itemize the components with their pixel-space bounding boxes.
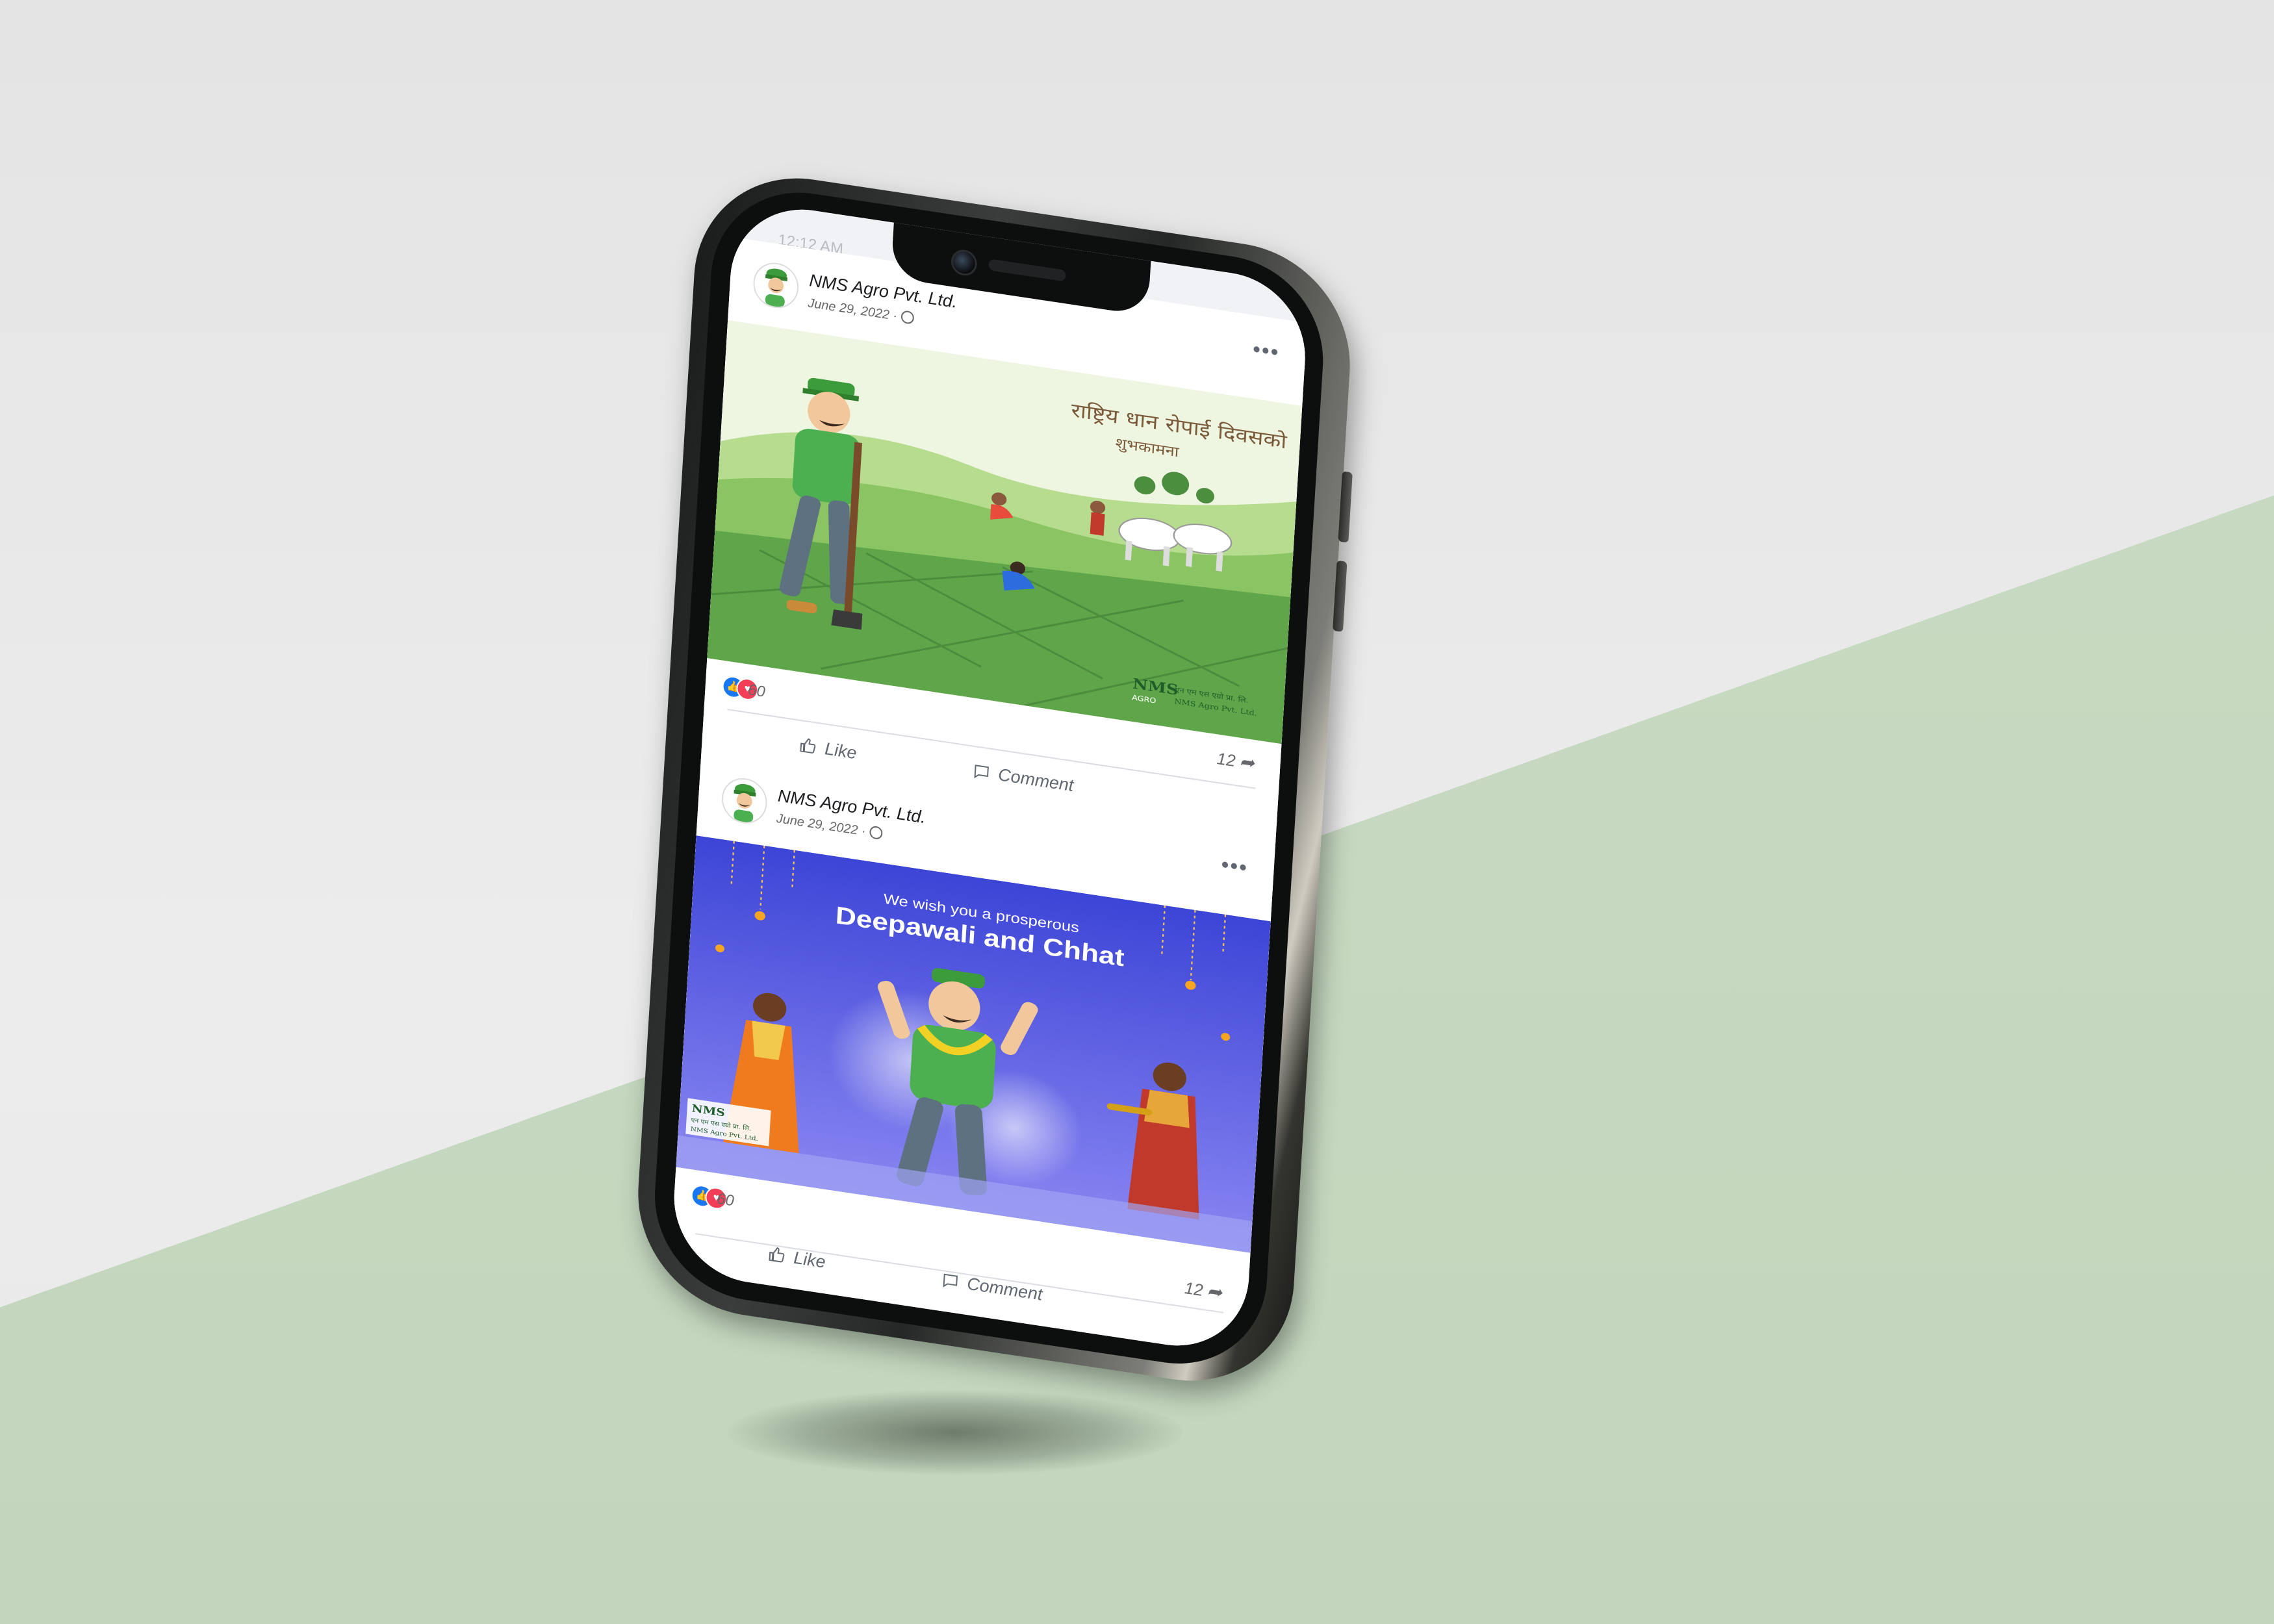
reaction-icons[interactable]: 👍 ♥ bbox=[721, 674, 760, 702]
reaction-count[interactable]: 60 bbox=[716, 1190, 734, 1210]
like-label: Like bbox=[793, 1247, 826, 1272]
like-button[interactable]: Like bbox=[798, 735, 857, 764]
avatar[interactable] bbox=[752, 259, 800, 311]
comment-icon bbox=[974, 765, 989, 779]
comment-button[interactable]: Comment bbox=[941, 1270, 1043, 1305]
phone-shadow bbox=[728, 1390, 1182, 1475]
phone-screen: 12:12 AM NMS Agro Pvt. Ltd. June 29, 202… bbox=[669, 199, 1310, 1356]
mascot-avatar-icon bbox=[722, 776, 767, 826]
globe-icon bbox=[901, 310, 915, 325]
like-icon bbox=[800, 738, 816, 754]
reaction-icons[interactable]: 👍 ♥ bbox=[690, 1184, 728, 1211]
front-camera bbox=[950, 247, 978, 277]
comment-icon bbox=[943, 1273, 958, 1288]
earpiece-speaker bbox=[988, 259, 1066, 282]
avatar[interactable] bbox=[721, 775, 769, 827]
like-icon bbox=[769, 1247, 785, 1263]
like-button[interactable]: Like bbox=[767, 1244, 826, 1273]
comment-label: Comment bbox=[997, 765, 1075, 796]
comment-button[interactable]: Comment bbox=[972, 761, 1074, 796]
more-options-icon[interactable]: ••• bbox=[1220, 852, 1249, 881]
like-label: Like bbox=[824, 739, 858, 763]
more-options-icon[interactable]: ••• bbox=[1252, 336, 1281, 365]
share-count[interactable]: 12 ➦ bbox=[1216, 747, 1255, 774]
reaction-count[interactable]: 60 bbox=[747, 681, 765, 701]
globe-icon bbox=[869, 825, 883, 841]
feed-post: NMS Agro Pvt. Ltd. June 29, 2022 · ••• bbox=[700, 237, 1308, 848]
share-count-text: 12 bbox=[1216, 748, 1236, 771]
phone-mockup: 12:12 AM NMS Agro Pvt. Ltd. June 29, 202… bbox=[632, 162, 1357, 1397]
share-icon: ➦ bbox=[1238, 751, 1255, 774]
feed-post: NMS Agro Pvt. Ltd. June 29, 2022 · ••• bbox=[669, 752, 1276, 1356]
mascot-avatar-icon bbox=[753, 261, 798, 310]
comment-label: Comment bbox=[966, 1273, 1043, 1304]
